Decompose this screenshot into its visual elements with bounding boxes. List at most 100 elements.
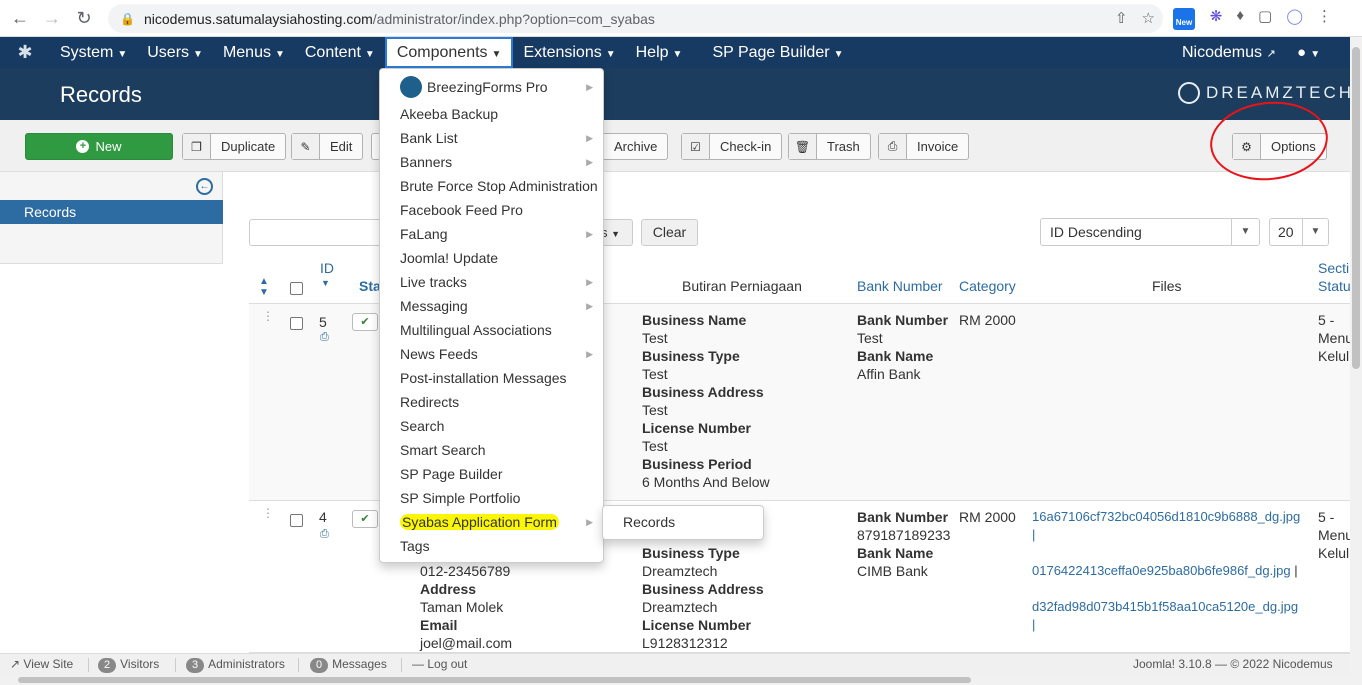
- file-link[interactable]: d32fad98d073b415b1f58aa10ca5120e_dg.jpg: [1032, 599, 1298, 614]
- breezingforms-icon: [400, 76, 422, 99]
- menu-item-redirects[interactable]: Redirects: [380, 390, 603, 414]
- column-butiran: Butiran Perniagaan: [682, 278, 802, 294]
- status-bar: ↗ View Site 2 Visitors 3 Administrators 0M…: [0, 653, 1350, 675]
- menu-item-live-tracks[interactable]: Live tracks ▶: [380, 270, 603, 294]
- menu-content[interactable]: Content ▼: [295, 37, 385, 68]
- drag-handle-icon[interactable]: ⋮: [262, 507, 274, 519]
- extension-new-icon[interactable]: New: [1173, 8, 1195, 30]
- site-link[interactable]: Nicodemus ↗: [1182, 37, 1276, 70]
- view-site-link[interactable]: ↗ View Site: [10, 657, 73, 671]
- version-text: Joomla! 3.10.8 — © 2022 Nicodemus: [1133, 657, 1333, 671]
- menu-item-news-feeds[interactable]: News Feeds ▶: [380, 342, 603, 366]
- bank-details: Bank Number 879187189233 Bank Name CIMB …: [857, 509, 951, 579]
- publish-toggle[interactable]: ✔: [352, 510, 378, 528]
- checkin-button[interactable]: ☑ Check-in: [681, 133, 783, 160]
- row-id: 4: [319, 509, 327, 525]
- menu-system[interactable]: System ▼: [50, 37, 137, 68]
- new-button[interactable]: + New: [25, 133, 173, 160]
- joomla-logo-icon[interactable]: ✱: [0, 42, 50, 63]
- menu-users[interactable]: Users ▼: [137, 37, 213, 68]
- menu-item-post-install[interactable]: Post-installation Messages: [380, 366, 603, 390]
- extension-flower-icon[interactable]: ❋: [1210, 7, 1223, 25]
- menu-item-joomla-update[interactable]: Joomla! Update: [380, 246, 603, 270]
- menu-menus[interactable]: Menus ▼: [213, 37, 295, 68]
- drag-handle-icon[interactable]: ⋮: [262, 310, 274, 322]
- ordering-select[interactable]: ID Descending ▼: [1040, 218, 1260, 246]
- column-category[interactable]: Category: [959, 278, 1016, 294]
- duplicate-button[interactable]: ❐ Duplicate: [182, 133, 287, 160]
- menu-item-sp-portfolio[interactable]: SP Simple Portfolio: [380, 486, 603, 510]
- file-link[interactable]: 0176422413ceffa0e925ba80b6fe986f_dg.jpg: [1032, 563, 1291, 578]
- sidepanel-icon[interactable]: ▢: [1258, 7, 1272, 25]
- row-checkbox[interactable]: [290, 317, 303, 330]
- menu-item-sp-page-builder[interactable]: SP Page Builder: [380, 462, 603, 486]
- external-link-icon: ↗: [10, 657, 21, 671]
- limit-select[interactable]: 20 ▼: [1269, 218, 1329, 246]
- browser-toolbar: ← → ↻ 🔒 nicodemus.satumalaysiahosting.co…: [0, 0, 1362, 37]
- back-icon[interactable]: ←: [8, 6, 32, 30]
- sidebar-item-records[interactable]: Records: [0, 200, 223, 224]
- archive-button[interactable]: Archive: [604, 133, 669, 160]
- logout-link[interactable]: — Log out: [412, 657, 467, 671]
- publish-toggle[interactable]: ✔: [352, 313, 378, 331]
- share-icon[interactable]: ⇧: [1115, 9, 1128, 27]
- highlighter-mark: Syabas Application Form: [400, 514, 559, 530]
- address-bar[interactable]: 🔒 nicodemus.satumalaysiahosting.com/admi…: [108, 4, 1163, 33]
- horizontal-scrollbar[interactable]: [0, 675, 1350, 685]
- bookmark-star-icon[interactable]: ☆: [1142, 9, 1155, 27]
- kebab-menu-icon[interactable]: ⋮: [1317, 7, 1332, 25]
- forward-icon[interactable]: →: [40, 6, 64, 30]
- edit-icon: ✎: [292, 134, 320, 159]
- page-title: Records: [60, 82, 142, 107]
- menu-item-akeeba[interactable]: Akeeba Backup: [380, 102, 603, 126]
- menu-item-syabas[interactable]: Syabas Application Form ▶: [380, 510, 603, 534]
- invoice-button[interactable]: ⎙ Invoice: [878, 133, 970, 160]
- menu-item-bank-list[interactable]: Bank List ▶: [380, 126, 603, 150]
- reload-icon[interactable]: ↻: [72, 6, 96, 30]
- search-input[interactable]: [249, 219, 389, 246]
- menu-item-banners[interactable]: Banners ▶: [380, 150, 603, 174]
- action-toolbar: + New ❐ Duplicate ✎ Edit Archive ☑ Check-in …: [0, 120, 1350, 172]
- menu-item-search[interactable]: Search: [380, 414, 603, 438]
- trash-icon: 🗑: [789, 134, 817, 159]
- chevron-down-icon: ▼: [1302, 219, 1328, 245]
- menu-item-tags[interactable]: Tags: [380, 534, 603, 558]
- menu-item-breezingforms[interactable]: BreezingForms Pro ▶: [380, 75, 603, 99]
- menu-components[interactable]: Components ▼: [384, 37, 514, 68]
- menu-item-smart-search[interactable]: Smart Search: [380, 438, 603, 462]
- row-checkbox[interactable]: [290, 514, 303, 527]
- components-dropdown: BreezingForms Pro ▶ Akeeba Backup Bank Li…: [379, 68, 604, 563]
- checkbox-icon: ☑: [682, 134, 710, 159]
- menu-item-brute-force[interactable]: Brute Force Stop Administration: [380, 174, 603, 198]
- vertical-scrollbar[interactable]: [1350, 37, 1362, 685]
- print-icon[interactable]: ⎙: [320, 331, 329, 344]
- column-section-status[interactable]: Secti: [1318, 260, 1349, 276]
- user-menu-icon[interactable]: ● ▼: [1297, 37, 1320, 70]
- menu-item-multilingual[interactable]: Multilingual Associations: [380, 318, 603, 342]
- edit-button[interactable]: ✎ Edit: [291, 133, 364, 160]
- column-status[interactable]: Sta: [359, 278, 381, 294]
- column-id[interactable]: ID: [320, 260, 334, 276]
- menu-help[interactable]: Help ▼: [626, 37, 693, 68]
- menu-item-falang[interactable]: FaLang ▶: [380, 222, 603, 246]
- messages-status[interactable]: 0 Messages: [310, 657, 387, 673]
- clear-button[interactable]: Clear: [641, 219, 698, 246]
- menu-sp-page-builder[interactable]: SP Page Builder ▼: [702, 37, 853, 68]
- column-bank-number[interactable]: Bank Number: [857, 278, 943, 294]
- syabas-submenu-records[interactable]: Records: [602, 505, 764, 540]
- business-details: Business Name Test Business Type Test Bu…: [642, 312, 770, 490]
- files-list: 16a67106cf732bc04056d1810c9b6888_dg.jpg …: [1032, 509, 1301, 632]
- menu-extensions[interactable]: Extensions ▼: [513, 37, 625, 68]
- column-section-status-2[interactable]: Statu: [1318, 278, 1351, 294]
- select-all-checkbox[interactable]: [290, 282, 303, 295]
- sidebar-toggle-icon[interactable]: ←: [196, 178, 213, 195]
- trash-button[interactable]: 🗑 Trash: [788, 133, 871, 160]
- menu-item-messaging[interactable]: Messaging ▶: [380, 294, 603, 318]
- puzzle-icon[interactable]: ♦: [1236, 7, 1244, 25]
- sort-ordering-icon[interactable]: ▲ ▼: [259, 276, 269, 298]
- file-link[interactable]: 16a67106cf732bc04056d1810c9b6888_dg.jpg: [1032, 509, 1300, 524]
- menu-item-facebook-feed[interactable]: Facebook Feed Pro: [380, 198, 603, 222]
- profile-icon[interactable]: ◯: [1286, 7, 1303, 25]
- category-value: RM 2000: [959, 312, 1016, 328]
- print-icon[interactable]: ⎙: [320, 528, 329, 541]
